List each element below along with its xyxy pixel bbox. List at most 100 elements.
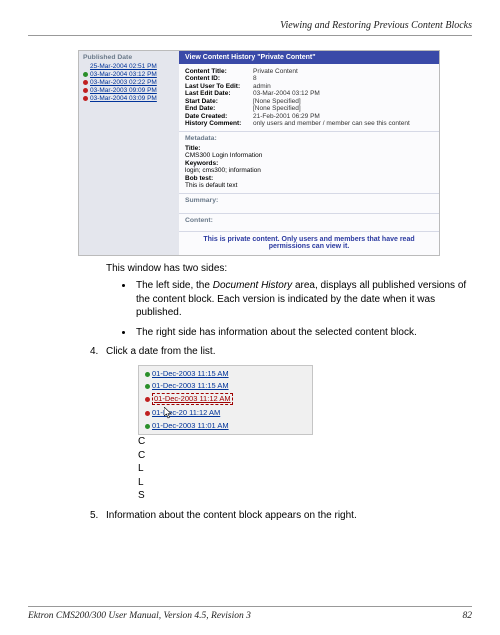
history-title-bar: View Content History "Private Content" xyxy=(179,51,439,64)
date-list-row[interactable]: 01-Dec-2003 11:15 AM xyxy=(139,380,312,392)
footer-rule xyxy=(28,606,472,607)
date-list-link[interactable]: 01-Dec-2003 11:15 AM xyxy=(152,369,229,379)
metadata-keywords-val: login; cms300; information xyxy=(185,167,433,174)
body-text: This window has two sides: The left side… xyxy=(78,262,472,523)
history-row[interactable]: 03-Mar-2003 02:22 PM xyxy=(83,79,175,86)
meta-val: [None Specified] xyxy=(253,98,301,105)
step-5: 5. Information about the content block a… xyxy=(90,509,472,523)
meta-row: History Comment:only users and member / … xyxy=(185,120,433,127)
meta-val: only users and member / member can see t… xyxy=(253,120,410,127)
date-list-link[interactable]: 01-Dec-2003 11:01 AM xyxy=(152,421,229,431)
step-5-number: 5. xyxy=(90,509,106,523)
bullet-pre: The right side has information about the… xyxy=(136,327,417,338)
page-footer: Ektron CMS200/300 User Manual, Version 4… xyxy=(28,606,472,621)
date-list-cap-letter: L xyxy=(138,462,313,476)
summary-section-label: Summary: xyxy=(179,193,439,205)
date-list-cap-letter: C xyxy=(138,449,313,463)
meta-val: [None Specified] xyxy=(253,105,301,112)
content-meta-table: Content Title:Private ContentContent ID:… xyxy=(179,64,439,131)
step-4: 4. Click a date from the list. xyxy=(90,345,472,359)
metadata-bob-key: Bob test: xyxy=(185,175,433,182)
red-status-dot-icon xyxy=(83,96,88,101)
meta-row: Last User To Edit:admin xyxy=(185,83,433,90)
content-history-window: Published Date 25-Mar-2004 02:51 PM03-Ma… xyxy=(78,50,440,256)
step-5-text: Information about the content block appe… xyxy=(106,509,472,523)
meta-key: Content ID: xyxy=(185,75,253,82)
date-list-cap-letter: S xyxy=(138,489,313,503)
meta-val: 8 xyxy=(253,75,257,82)
meta-key: Last User To Edit: xyxy=(185,83,253,90)
private-content-note: This is private content. Only users and … xyxy=(179,231,439,255)
meta-val: Private Content xyxy=(253,68,298,75)
meta-row: Content Title:Private Content xyxy=(185,68,433,75)
history-row[interactable]: 03-Mar-2004 03:12 PM xyxy=(83,71,175,78)
bullet-item: The left side, the Document History area… xyxy=(134,279,472,320)
red-status-dot-icon xyxy=(83,88,88,93)
footer-left-text: Ektron CMS200/300 User Manual, Version 4… xyxy=(28,611,251,621)
meta-key: Last Edit Date: xyxy=(185,90,253,97)
metadata-title-key: Title: xyxy=(185,145,433,152)
history-date-link[interactable]: 25-Mar-2004 02:51 PM xyxy=(90,63,157,70)
date-list-link[interactable]: 01-Dec-20 11:12 AM xyxy=(152,408,220,418)
bullet-list: The left side, the Document History area… xyxy=(134,279,472,339)
metadata-keywords-key: Keywords: xyxy=(185,160,433,167)
metadata-section-body: Title: CMS300 Login Information Keywords… xyxy=(179,143,439,193)
mouse-cursor-icon xyxy=(164,407,174,419)
date-list-right-letters: CCLLS xyxy=(138,435,313,503)
metadata-section-label: Metadata: xyxy=(179,131,439,143)
page-content: Published Date 25-Mar-2004 02:51 PM03-Ma… xyxy=(28,36,472,522)
date-list-screenshot: 01-Dec-2003 11:15 AM 01-Dec-2003 11:15 AM… xyxy=(138,365,472,503)
history-row[interactable]: 03-Mar-2003 09:09 PM xyxy=(83,87,175,94)
intro-line: This window has two sides: xyxy=(106,262,472,276)
history-date-link[interactable]: 03-Mar-2003 09:09 PM xyxy=(90,87,157,94)
metadata-bob-val: This is default text xyxy=(185,182,433,189)
red-status-dot-icon xyxy=(145,411,150,416)
bullet-emphasis: Document History xyxy=(213,280,292,291)
meta-key: Start Date: xyxy=(185,98,253,105)
step-4-text: Click a date from the list. xyxy=(106,345,472,359)
meta-row: Content ID:8 xyxy=(185,75,433,82)
history-row[interactable]: 03-Mar-2004 03:09 PM xyxy=(83,95,175,102)
history-date-link[interactable]: 03-Mar-2003 02:22 PM xyxy=(90,79,157,86)
date-list-row[interactable]: 01-Dec-2003 11:12 AM xyxy=(139,392,312,406)
meta-row: Last Edit Date:03-Mar-2004 03:12 PM xyxy=(185,90,433,97)
meta-key: Content Title: xyxy=(185,68,253,75)
bullet-pre: The left side, the xyxy=(136,280,213,291)
meta-row: Start Date:[None Specified] xyxy=(185,98,433,105)
page-header-title: Viewing and Restoring Previous Content B… xyxy=(28,20,472,31)
meta-key: Date Created: xyxy=(185,113,253,120)
meta-key: End Date: xyxy=(185,105,253,112)
green-status-dot-icon xyxy=(83,72,88,77)
date-list-cap-letter: C xyxy=(138,435,313,449)
red-status-dot-icon xyxy=(145,397,150,402)
date-list-row[interactable]: 01-Dec-2003 11:01 AM xyxy=(139,420,312,432)
meta-row: End Date:[None Specified] xyxy=(185,105,433,112)
green-status-dot-icon xyxy=(145,424,150,429)
metadata-title-val: CMS300 Login Information xyxy=(185,152,433,159)
history-date-link[interactable]: 03-Mar-2004 03:09 PM xyxy=(90,95,157,102)
history-left-header: Published Date xyxy=(83,54,175,61)
history-date-link[interactable]: 03-Mar-2004 03:12 PM xyxy=(90,71,157,78)
green-status-dot-icon xyxy=(145,384,150,389)
date-list-panel: 01-Dec-2003 11:15 AM 01-Dec-2003 11:15 AM… xyxy=(138,365,313,436)
date-list-link[interactable]: 01-Dec-2003 11:12 AM xyxy=(152,393,233,405)
date-list-row[interactable]: 01-Dec-20 11:12 AM xyxy=(139,406,312,420)
history-right-pane: View Content History "Private Content" C… xyxy=(179,51,439,255)
history-left-pane: Published Date 25-Mar-2004 02:51 PM03-Ma… xyxy=(79,51,179,255)
step-4-number: 4. xyxy=(90,345,106,359)
meta-val: 03-Mar-2004 03:12 PM xyxy=(253,90,320,97)
content-section-label: Content: xyxy=(179,213,439,225)
bullet-item: The right side has information about the… xyxy=(134,326,472,340)
meta-val: admin xyxy=(253,83,271,90)
summary-section-body xyxy=(179,205,439,213)
footer-page-number: 82 xyxy=(463,611,473,621)
date-list-cap-letter: L xyxy=(138,476,313,490)
meta-key: History Comment: xyxy=(185,120,253,127)
meta-row: Date Created:21-Feb-2001 06:29 PM xyxy=(185,113,433,120)
date-list-row[interactable]: 01-Dec-2003 11:15 AM xyxy=(139,368,312,380)
date-list-link[interactable]: 01-Dec-2003 11:15 AM xyxy=(152,381,229,391)
history-row[interactable]: 25-Mar-2004 02:51 PM xyxy=(83,63,175,70)
meta-val: 21-Feb-2001 06:29 PM xyxy=(253,113,320,120)
red-status-dot-icon xyxy=(83,80,88,85)
green-status-dot-icon xyxy=(145,372,150,377)
